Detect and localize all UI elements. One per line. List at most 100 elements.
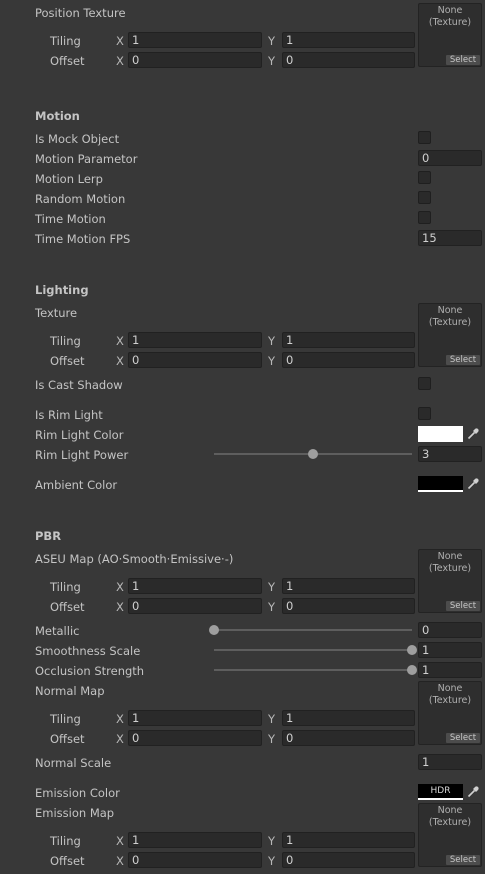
is-rim-light-checkbox[interactable]	[418, 407, 431, 420]
emission-offset-y-field[interactable]: 0	[282, 852, 415, 868]
aseu-offset-y-field[interactable]: 0	[282, 598, 415, 614]
metallic-slider-track[interactable]	[214, 629, 412, 631]
occlusion-slider-track[interactable]	[214, 669, 412, 671]
normal-offset-y-field[interactable]: 0	[282, 730, 415, 746]
smoothness-scale-label: Smoothness Scale	[35, 644, 141, 658]
eyedropper-icon[interactable]	[466, 477, 480, 491]
lighting-texture-label: Texture	[35, 306, 78, 320]
tiling-label: Tiling	[50, 712, 81, 726]
tiling-label: Tiling	[50, 580, 81, 594]
time-motion-label: Time Motion	[35, 212, 106, 226]
emission-tiling-x-field[interactable]: 1	[128, 832, 262, 848]
rim-light-power-slider-thumb[interactable]	[308, 449, 318, 459]
rim-light-color-label: Rim Light Color	[35, 428, 124, 442]
ambient-color-label: Ambient Color	[35, 478, 118, 492]
y-label: Y	[268, 334, 276, 348]
pbr-header: PBR	[35, 529, 62, 543]
y-label: Y	[268, 834, 276, 848]
smoothness-field[interactable]: 1	[418, 642, 482, 658]
normal-scale-field[interactable]: 1	[418, 754, 482, 770]
normal-map-label: Normal Map	[35, 684, 105, 698]
random-motion-checkbox[interactable]	[418, 191, 431, 204]
offset-label: Offset	[50, 600, 85, 614]
y-label: Y	[268, 54, 276, 68]
emission-color-swatch[interactable]: HDR	[418, 784, 463, 800]
rim-light-power-field[interactable]: 3	[418, 446, 482, 462]
lighting-tiling-x-field[interactable]: 1	[128, 332, 262, 348]
lighting-offset-x-field[interactable]: 0	[128, 352, 262, 368]
x-label: X	[116, 600, 124, 614]
lighting-header: Lighting	[35, 283, 89, 297]
smoothness-slider-thumb[interactable]	[407, 645, 417, 655]
eyedropper-icon[interactable]	[466, 427, 480, 441]
y-label: Y	[268, 712, 276, 726]
texture-select-button[interactable]: Select	[446, 855, 480, 865]
is-cast-shadow-label: Is Cast Shadow	[35, 378, 123, 392]
x-label: X	[116, 854, 124, 868]
smoothness-slider-track[interactable]	[214, 649, 412, 651]
position-offset-x-field[interactable]: 0	[128, 52, 262, 68]
eyedropper-icon[interactable]	[466, 785, 480, 799]
texture-select-button[interactable]: Select	[446, 55, 480, 65]
texture-select-button[interactable]: Select	[446, 355, 480, 365]
normal-offset-x-field[interactable]: 0	[128, 730, 262, 746]
x-label: X	[116, 354, 124, 368]
is-rim-light-label: Is Rim Light	[35, 408, 103, 422]
emission-tiling-y-field[interactable]: 1	[282, 832, 415, 848]
y-label: Y	[268, 854, 276, 868]
tiling-label: Tiling	[50, 34, 81, 48]
time-motion-fps-label: Time Motion FPS	[35, 232, 131, 246]
normal-tiling-x-field[interactable]: 1	[128, 710, 262, 726]
is-mock-object-checkbox[interactable]	[418, 131, 431, 144]
lighting-texture-slot[interactable]: None (Texture) Select	[418, 303, 482, 367]
position-offset-y-field[interactable]: 0	[282, 52, 415, 68]
occlusion-slider-thumb[interactable]	[407, 665, 417, 675]
metallic-slider-thumb[interactable]	[209, 625, 219, 635]
texture-select-button[interactable]: Select	[446, 601, 480, 611]
aseu-map-label: ASEU Map (AO·Smooth·Emissive·-)	[35, 552, 234, 566]
emission-color-label: Emission Color	[35, 786, 120, 800]
y-label: Y	[268, 580, 276, 594]
aseu-tiling-y-field[interactable]: 1	[282, 578, 415, 594]
x-label: X	[116, 334, 124, 348]
emission-map-label: Emission Map	[35, 806, 115, 820]
is-mock-object-label: Is Mock Object	[35, 132, 120, 146]
normal-map-texture-slot[interactable]: None (Texture) Select	[418, 681, 482, 745]
position-texture-slot[interactable]: None (Texture) Select	[418, 3, 482, 67]
is-cast-shadow-checkbox[interactable]	[418, 377, 431, 390]
motion-parametor-field[interactable]: 0	[418, 150, 482, 166]
ambient-color-swatch[interactable]	[418, 476, 463, 492]
rim-light-power-label: Rim Light Power	[35, 448, 129, 462]
y-label: Y	[268, 354, 276, 368]
aseu-offset-x-field[interactable]: 0	[128, 598, 262, 614]
normal-tiling-y-field[interactable]: 1	[282, 710, 415, 726]
aseu-map-texture-slot[interactable]: None (Texture) Select	[418, 549, 482, 613]
rim-light-color-swatch[interactable]	[418, 426, 463, 442]
x-label: X	[116, 834, 124, 848]
normal-scale-label: Normal Scale	[35, 756, 112, 770]
time-motion-fps-field[interactable]: 15	[418, 230, 482, 246]
texture-none-text: None (Texture)	[428, 683, 472, 706]
offset-label: Offset	[50, 732, 85, 746]
texture-none-text: None (Texture)	[428, 305, 472, 328]
texture-select-button[interactable]: Select	[446, 733, 480, 743]
position-tiling-x-field[interactable]: 1	[128, 32, 262, 48]
aseu-tiling-x-field[interactable]: 1	[128, 578, 262, 594]
motion-lerp-label: Motion Lerp	[35, 172, 103, 186]
metallic-label: Metallic	[35, 624, 80, 638]
motion-parametor-label: Motion Parametor	[35, 152, 138, 166]
motion-header: Motion	[35, 109, 80, 123]
lighting-tiling-y-field[interactable]: 1	[282, 332, 415, 348]
emission-map-texture-slot[interactable]: None (Texture) Select	[418, 803, 482, 867]
lighting-offset-y-field[interactable]: 0	[282, 352, 415, 368]
texture-none-text: None (Texture)	[428, 551, 472, 574]
metallic-field[interactable]: 0	[418, 622, 482, 638]
time-motion-checkbox[interactable]	[418, 211, 431, 224]
y-label: Y	[268, 732, 276, 746]
emission-offset-x-field[interactable]: 0	[128, 852, 262, 868]
tiling-label: Tiling	[50, 834, 81, 848]
y-label: Y	[268, 600, 276, 614]
occlusion-field[interactable]: 1	[418, 662, 482, 678]
position-tiling-y-field[interactable]: 1	[282, 32, 415, 48]
motion-lerp-checkbox[interactable]	[418, 171, 431, 184]
